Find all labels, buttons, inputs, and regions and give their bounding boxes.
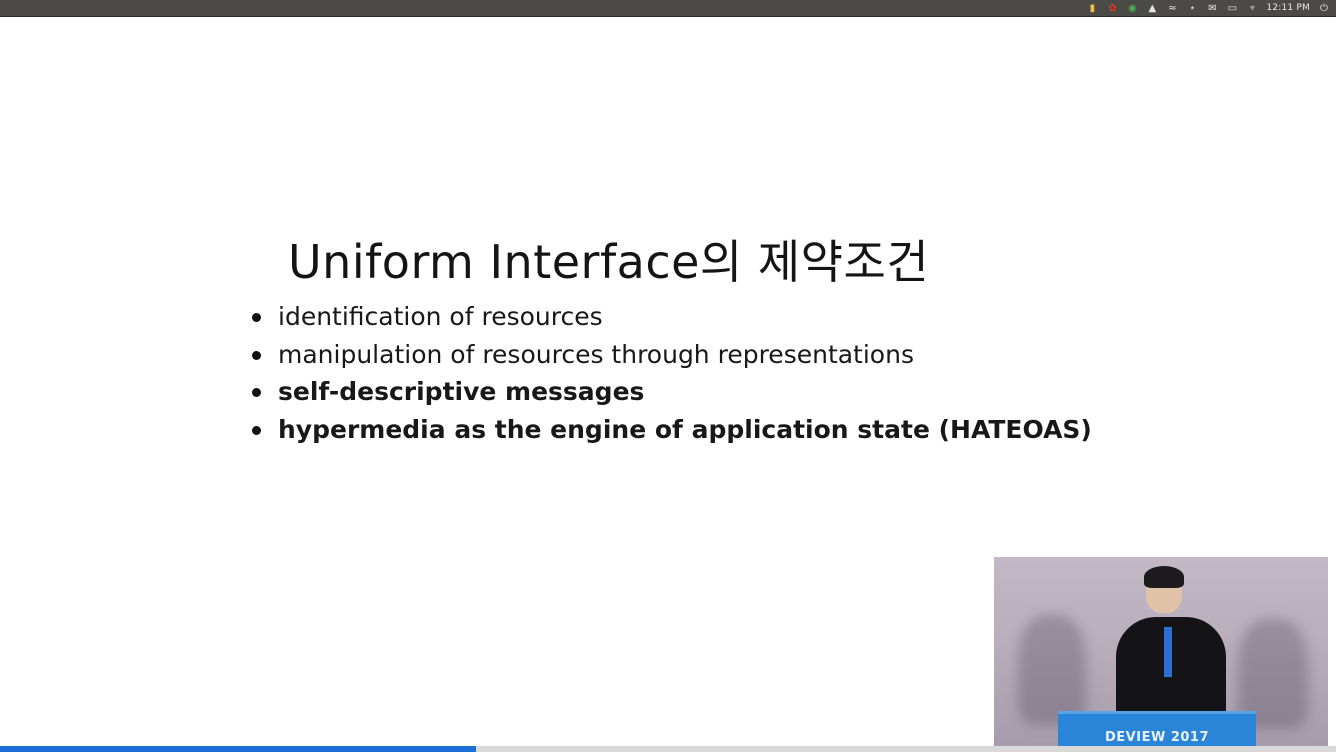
wifi-icon[interactable]: ≈ (1166, 3, 1178, 15)
podium: DEVIEW 2017 (1058, 711, 1256, 746)
stage-shadow-left (1018, 615, 1086, 725)
bullet-list: identification of resources manipulation… (248, 298, 1092, 448)
battery-icon[interactable]: ▭ (1226, 3, 1238, 15)
shield-icon[interactable]: ▮ (1086, 3, 1098, 15)
chrome-icon[interactable]: ◉ (1126, 3, 1138, 15)
bullet-text: self-descriptive messages (278, 377, 645, 406)
system-tray: ▮ ✿ ◉ ▲ ≈ ⋆ ✉ ▭ ▾ 12:11 PM ⏻ (1086, 0, 1330, 17)
video-progress-bar[interactable] (0, 746, 1336, 752)
bullet-dot-icon (252, 350, 261, 360)
bullet-item: hypermedia as the engine of application … (248, 411, 1092, 449)
speaker-hair (1144, 566, 1184, 588)
bullet-dot-icon (252, 388, 261, 397)
bullet-text: identification of resources (278, 302, 603, 331)
mail-icon[interactable]: ✉ (1206, 3, 1218, 15)
slide-title: Uniform Interface의 제약조건 (288, 235, 930, 289)
bullet-item: self-descriptive messages (248, 373, 1092, 411)
system-top-bar: ▮ ✿ ◉ ▲ ≈ ⋆ ✉ ▭ ▾ 12:11 PM ⏻ (0, 0, 1336, 17)
volume-mute-icon[interactable]: ▾ (1246, 3, 1258, 15)
bullet-dot-icon (252, 313, 261, 322)
podium-label: DEVIEW 2017 (1105, 730, 1209, 745)
bullet-dot-icon (252, 425, 261, 435)
bullet-text: hypermedia as the engine of application … (278, 414, 1092, 444)
power-icon[interactable]: ⏻ (1318, 3, 1330, 15)
bullet-item: identification of resources (248, 298, 1092, 336)
bluetooth-icon[interactable]: ⋆ (1186, 3, 1198, 15)
bullet-text: manipulation of resources through repres… (278, 339, 914, 369)
speaker-lanyard (1164, 627, 1172, 677)
clock[interactable]: 12:11 PM (1266, 0, 1310, 17)
gift-icon[interactable]: ✿ (1106, 3, 1118, 15)
upload-icon[interactable]: ▲ (1146, 3, 1158, 15)
video-progress-fill (0, 746, 476, 752)
speaker-video-inset[interactable]: DEVIEW 2017 (994, 557, 1328, 746)
bullet-item: manipulation of resources through repres… (248, 336, 1092, 374)
